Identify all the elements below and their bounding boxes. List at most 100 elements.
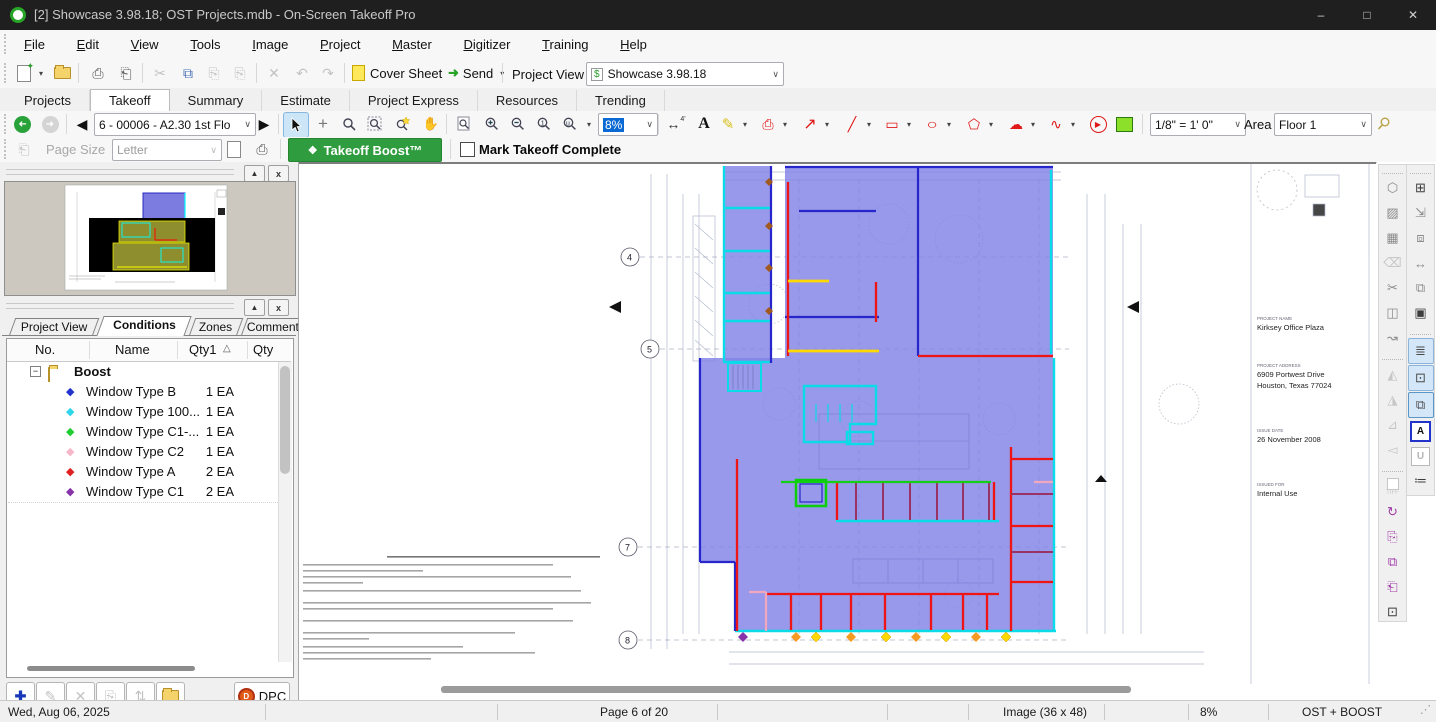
scissors-button[interactable]: ✂ <box>1381 276 1405 300</box>
collapse-panel-button[interactable]: ▲ <box>244 165 265 182</box>
toolbar-grip[interactable] <box>1410 328 1431 335</box>
crosshair-tool-button[interactable]: + <box>311 112 335 136</box>
select-tool-button[interactable] <box>283 112 309 138</box>
paste-button[interactable]: ⎘ <box>202 61 226 85</box>
col-qty2[interactable]: Qty <box>253 342 273 357</box>
zoom-in-button[interactable] <box>480 112 504 136</box>
new-caret-icon[interactable]: ▾ <box>36 69 46 78</box>
ellipse-caret-icon[interactable]: ▾ <box>944 120 954 129</box>
playback-tool-button[interactable]: ▶ <box>1086 112 1110 136</box>
forward-button[interactable]: ➜ <box>38 112 62 136</box>
dimension-tool-button[interactable]: ↔4' <box>664 112 688 136</box>
toolbar-grip[interactable] <box>1382 353 1403 360</box>
print-preview-button[interactable]: ⎗ <box>114 61 138 85</box>
minimize-button[interactable]: – <box>1298 0 1344 30</box>
previous-page-button[interactable]: ◀ <box>70 112 94 136</box>
back-button[interactable]: ➜ <box>10 112 34 136</box>
paste-special-button[interactable]: ⎘ <box>228 61 252 85</box>
highlighter-caret-icon[interactable]: ▾ <box>740 120 750 129</box>
add-condition-button[interactable]: ✚ <box>6 682 35 700</box>
tab-project-express[interactable]: Project Express <box>350 90 478 112</box>
line-tool-button[interactable]: ╱ <box>840 112 864 136</box>
arrow-caret-icon[interactable]: ▾ <box>822 120 832 129</box>
rotate-page-button[interactable]: ↻ <box>1381 500 1405 524</box>
tab-projects[interactable]: Projects <box>6 90 90 112</box>
copy-page-button[interactable]: ⧉ <box>1381 550 1405 574</box>
text-tool-button[interactable]: A <box>692 112 716 136</box>
menu-master[interactable]: Master <box>378 30 446 59</box>
menu-edit[interactable]: Edit <box>63 30 113 59</box>
layers-stack-button[interactable]: ⧉ <box>1408 392 1434 418</box>
zoom-level-input[interactable]: 8% ∨ <box>598 113 658 136</box>
condition-group-row[interactable]: − Boost <box>8 362 278 383</box>
delete-condition-button[interactable]: ✕ <box>66 682 95 700</box>
overview-thumbnail[interactable] <box>4 181 296 296</box>
conditions-splitter[interactable]: ▲ x <box>0 298 298 314</box>
width-measure-button[interactable]: ↔ <box>1409 251 1433 275</box>
image-note-caret-icon[interactable]: ▾ <box>780 120 790 129</box>
resize-grip[interactable]: ⋰ <box>1420 703 1431 716</box>
condition-row[interactable]: ◆ Window Type A 2 EA <box>8 462 278 483</box>
menu-help[interactable]: Help <box>606 30 661 59</box>
page-selector[interactable]: 6 - 00006 - A2.30 1st Flo ∨ <box>94 113 256 136</box>
tab-resources[interactable]: Resources <box>478 90 577 112</box>
project-selector[interactable]: $ Showcase 3.98.18 ∨ <box>586 62 784 86</box>
toolbar-grip[interactable] <box>4 139 9 159</box>
close-panel-button[interactable]: x <box>268 165 289 182</box>
area-selector[interactable]: Floor 1 ∨ <box>1274 113 1372 136</box>
arrow-tool-button[interactable]: ↗ <box>798 112 822 136</box>
close-button[interactable]: ✕ <box>1390 0 1436 30</box>
tiff-page-button[interactable]: TIFF <box>1381 475 1405 499</box>
rectangle-caret-icon[interactable]: ▾ <box>904 120 914 129</box>
crop-page-button[interactable]: ⊡ <box>1381 600 1405 624</box>
rotate-cw-button[interactable]: ◮ <box>1381 388 1405 412</box>
toolbar-grip[interactable] <box>4 63 9 83</box>
ellipse-tool-button[interactable]: ○ <box>920 112 944 136</box>
hatch-region-button[interactable]: ▨ <box>1381 201 1405 225</box>
fill-color-button[interactable] <box>1112 112 1136 136</box>
menu-project[interactable]: Project <box>306 30 374 59</box>
image-note-tool-button[interactable]: ⎙ <box>756 112 780 136</box>
polygon-tool-button[interactable]: ⬠ <box>962 112 986 136</box>
zoom-actual-button[interactable]: 1 <box>532 112 556 136</box>
conditions-hscrollbar[interactable] <box>27 666 195 671</box>
duplicate-condition-button[interactable]: ⎘ <box>96 682 125 700</box>
grid-table-button[interactable]: ▦ <box>1381 226 1405 250</box>
page-size-selector[interactable]: Letter ∨ <box>112 139 222 161</box>
cloud-tool-button[interactable]: ☁ <box>1004 112 1028 136</box>
area-search-button[interactable] <box>1372 112 1396 136</box>
list-view-button[interactable]: ≣ <box>1408 338 1434 364</box>
tab-comments[interactable]: Comments <box>241 318 299 336</box>
add-viewport-button[interactable]: ⊞ <box>1409 176 1433 200</box>
review-image-button[interactable]: ⊡ <box>1408 365 1434 391</box>
maximize-button[interactable]: □ <box>1344 0 1390 30</box>
tab-project-view[interactable]: Project View <box>9 318 100 336</box>
col-no[interactable]: No. <box>35 342 55 357</box>
close-panel-button[interactable]: x <box>268 299 289 316</box>
detail-list-button[interactable]: ≔ <box>1409 469 1433 493</box>
remove-page-button[interactable]: ⎗ <box>1381 575 1405 599</box>
conditions-vscrollbar[interactable] <box>278 362 292 662</box>
col-name[interactable]: Name <box>115 342 150 357</box>
pan-tool-button[interactable]: ✋ <box>419 112 443 136</box>
new-group-button[interactable] <box>156 682 185 700</box>
zoom-out-button[interactable] <box>506 112 530 136</box>
eraser-button[interactable]: ⌫ <box>1381 251 1405 275</box>
send-page-button[interactable]: ⎘ <box>1381 525 1405 549</box>
print-button[interactable]: ⎙ <box>86 61 110 85</box>
freehand-caret-icon[interactable]: ▾ <box>1068 120 1078 129</box>
undo-button[interactable]: ↶ <box>290 61 314 85</box>
splitter-grip[interactable] <box>6 169 234 175</box>
dark-frame-button[interactable]: ▣ <box>1409 301 1433 325</box>
toolbar-grip[interactable] <box>1382 465 1403 472</box>
menu-training[interactable]: Training <box>528 30 603 59</box>
copy-button[interactable]: ⧉ <box>176 61 200 85</box>
condition-row[interactable]: ◆ Window Type 100... 1 EA <box>8 402 278 423</box>
toolbar-grip[interactable] <box>4 114 9 134</box>
drawing-canvas[interactable]: 4 5 7 8 PROJECT NAME Kirksey Office Plaz… <box>299 162 1376 702</box>
new-takeoff-button[interactable]: ✦ <box>12 61 36 85</box>
copy-frame-button[interactable]: ⧉ <box>1409 276 1433 300</box>
menu-digitizer[interactable]: Digitizer <box>449 30 524 59</box>
zoom-window-button[interactable] <box>363 112 387 136</box>
toolbar-grip[interactable] <box>1410 167 1431 174</box>
